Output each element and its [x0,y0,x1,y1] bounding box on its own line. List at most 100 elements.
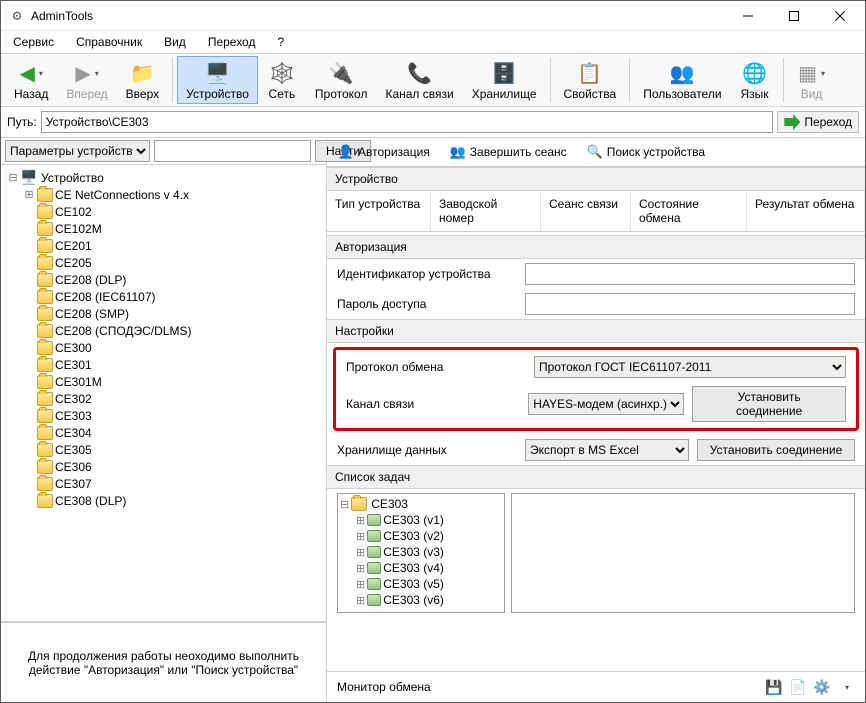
toolbar-separator [550,58,551,102]
tree-item[interactable]: ·⊞CE NetConnections v 4.x [5,186,322,203]
search-device-label: Поиск устройства [607,145,705,159]
tree-item[interactable]: ·CE208 (IEC61107) [5,288,322,305]
channel-connect-button[interactable]: Установить соединение [692,386,846,422]
go-button[interactable]: Переход [777,111,859,133]
task-item[interactable]: ⊞CE303 (v4) [340,560,502,576]
menu-view[interactable]: Вид [160,33,190,51]
close-button[interactable] [817,2,863,30]
gh-state[interactable]: Состояние обмена [631,191,747,231]
task-details[interactable] [511,493,855,613]
network-button[interactable]: 🕸️ Сеть [258,56,306,104]
save-icon[interactable]: 💾 [765,678,783,696]
tree-item[interactable]: ·CE208 (DLP) [5,271,322,288]
gh-serial[interactable]: Заводской номер [431,191,541,231]
filter-input[interactable] [154,140,311,162]
menu-goto[interactable]: Переход [204,33,260,51]
tree-item-label: CE305 [55,443,92,457]
protocol-row: Протокол обмена Протокол ГОСТ IEC61107-2… [336,352,856,382]
language-button[interactable]: 🌐 Язык [731,56,779,104]
storage-row: Хранилище данных Экспорт в MS Excel Уста… [327,435,865,465]
task-item[interactable]: ⊞CE303 (v2) [340,528,502,544]
folder-icon [37,205,53,219]
tree-item[interactable]: ·CE102M [5,220,322,237]
protocol-button[interactable]: 🔌 Протокол [306,56,377,104]
gh-type[interactable]: Тип устройства [327,191,431,231]
device-id-input[interactable] [525,263,855,285]
channel-button[interactable]: 📞 Канал связи [376,56,462,104]
tree-item[interactable]: ·CE306 [5,458,322,475]
filter-select[interactable]: Параметры устройств [5,140,150,162]
device-id-label: Идентификатор устройства [337,267,517,281]
channel-row: Канал связи HAYES-модем (асинхр.) Устано… [336,382,856,426]
tree-item[interactable]: ·CE301M [5,373,322,390]
tree-item-label: CE302 [55,392,92,406]
storage-select[interactable]: Экспорт в MS Excel [525,439,689,461]
forward-button[interactable]: ▶ Вперед [57,56,116,104]
task-item[interactable]: ⊞CE303 (v6) [340,592,502,608]
gh-result[interactable]: Результат обмена [747,191,865,231]
tree-item[interactable]: ·CE205 [5,254,322,271]
toolbar-separator [172,58,173,102]
tree-item[interactable]: ·CE305 [5,441,322,458]
menu-service[interactable]: Сервис [9,33,58,51]
search-device-button[interactable]: 🔍 Поиск устройства [580,140,712,164]
end-session-button[interactable]: 👥 Завершить сеанс [443,140,574,164]
device-tree[interactable]: ⊟ 🖥️ Устройство ·⊞CE NetConnections v 4.… [1,165,326,622]
tree-root-label: Устройство [41,171,104,185]
back-button[interactable]: ◀ Назад [5,56,57,104]
tree-item-label: CE301 [55,358,92,372]
path-bar: Путь: Переход [1,107,865,138]
tree-item[interactable]: ·CE201 [5,237,322,254]
gh-session[interactable]: Сеанс связи [541,191,631,231]
storage-connect-button[interactable]: Установить соединение [697,439,855,461]
tree-item[interactable]: ·CE302 [5,390,322,407]
new-doc-icon[interactable]: 📄 [789,678,807,696]
tree-item-label: CE102 [55,205,92,219]
tree-item[interactable]: ·CE301 [5,356,322,373]
path-input[interactable] [41,111,774,133]
menu-help[interactable]: ? [273,33,288,51]
task-item[interactable]: ⊞CE303 (v3) [340,544,502,560]
highlighted-settings: Протокол обмена Протокол ГОСТ IEC61107-2… [333,347,859,431]
protocol-label: Протокол [315,87,368,101]
task-item-label: CE303 (v4) [383,561,444,575]
tree-item[interactable]: ·CE308 (DLP) [5,492,322,509]
maximize-button[interactable] [771,2,817,30]
filter-bar: Параметры устройств Найти [1,138,326,165]
window-title: AdminTools [31,9,725,23]
monitor-dropdown-icon[interactable] [837,678,855,696]
tree-item[interactable]: ·CE304 [5,424,322,441]
minimize-button[interactable] [725,2,771,30]
protocol-select[interactable]: Протокол ГОСТ IEC61107-2011 [534,356,846,378]
users-button[interactable]: 👥 Пользователи [634,56,730,104]
tree-item[interactable]: ·CE208 (SMP) [5,305,322,322]
tree-root[interactable]: ⊟ 🖥️ Устройство [5,169,322,186]
up-button[interactable]: 📁 Вверх [117,56,168,104]
tree-item[interactable]: ·CE300 [5,339,322,356]
tree-item[interactable]: ·CE307 [5,475,322,492]
tree-item-label: CE205 [55,256,92,270]
up-label: Вверх [126,87,159,101]
auth-action-button[interactable]: 👤 Авторизация [331,140,437,164]
folder-icon [37,443,53,457]
network-label: Сеть [269,87,296,101]
tasks-tree[interactable]: ⊟ CE303 ⊞CE303 (v1)⊞CE303 (v2)⊞CE303 (v3… [337,493,505,613]
toolbar-separator [629,58,630,102]
tree-item-label: CE300 [55,341,92,355]
view-button[interactable]: ▦ Вид [788,56,836,104]
action-bar: 👤 Авторизация 👥 Завершить сеанс 🔍 Поиск … [327,138,865,167]
tree-item[interactable]: ·CE102 [5,203,322,220]
folder-icon [37,494,53,508]
task-item[interactable]: ⊞CE303 (v5) [340,576,502,592]
run-icon[interactable]: ⚙️ [813,678,831,696]
storage-button[interactable]: 🗄️ Хранилище [463,56,546,104]
menu-reference[interactable]: Справочник [72,33,146,51]
properties-button[interactable]: 📋 Свойства [555,56,626,104]
channel-select[interactable]: HAYES-модем (асинхр.) [528,393,684,415]
task-item[interactable]: ⊞CE303 (v1) [340,512,502,528]
task-root[interactable]: ⊟ CE303 [340,496,502,512]
tree-item[interactable]: ·CE303 [5,407,322,424]
tree-item[interactable]: ·CE208 (СПОДЭС/DLMS) [5,322,322,339]
device-button[interactable]: 🖥️ Устройство [177,56,258,104]
password-input[interactable] [525,293,855,315]
